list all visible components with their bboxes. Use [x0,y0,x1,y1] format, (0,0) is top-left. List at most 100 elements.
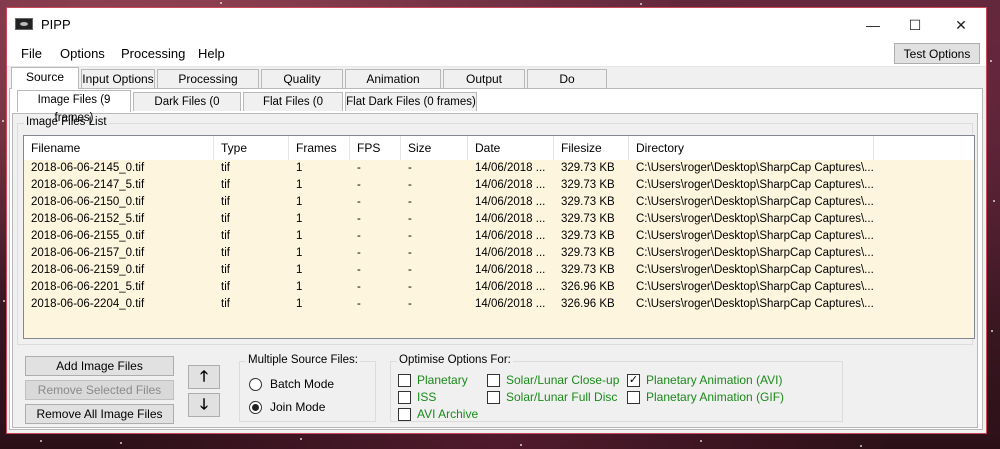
column-header[interactable]: Type [214,136,289,160]
planetary-checkbox[interactable] [398,374,411,387]
table-cell: 329.73 KB [561,213,615,225]
table-cell: 14/06/2018 ... [475,298,546,310]
tab-processing-options[interactable]: Processing Options [157,69,259,104]
image-files-listview[interactable]: Filename Type Frames FPS Size Date Filesize Dir… [23,135,975,339]
table-cell: C:\Users\roger\Desktop\SharpCap Captures… [636,179,874,191]
table-cell: - [408,162,412,174]
menu-bar: File Options Processing Help Test Option… [7,42,986,67]
star [700,440,702,442]
table-row[interactable]: 2018-06-06-2201_5.tif tif 1 - - 14/06/2018 ..… [24,279,974,296]
minimize-button[interactable]: — [850,8,896,42]
table-cell: 1 [296,298,303,310]
tab-output-options[interactable]: Output Options [443,69,525,104]
star [40,440,42,442]
column-header[interactable]: Size [401,136,468,160]
table-row[interactable]: 2018-06-06-2157_0.tif tif 1 - - 14/06/2018 ..… [24,245,974,262]
star [640,3,642,5]
move-up-button[interactable]: 🡑 [188,365,220,389]
planetary-animation-avi-checkbox[interactable]: ✓ [627,374,640,387]
solar-lunar-full-disc-checkbox[interactable] [487,391,500,404]
menu-help[interactable]: Help [198,46,225,61]
column-header[interactable]: FPS [350,136,401,160]
table-cell: C:\Users\roger\Desktop\SharpCap Captures… [636,247,874,259]
tab-source-files[interactable]: Source Files [11,67,79,102]
source-files-panel: Image Files (9 frames) Dark Files (0 fra… [9,88,983,430]
table-cell: 1 [296,213,303,225]
table-cell: 326.96 KB [561,298,615,310]
join-mode-radio[interactable] [249,401,262,414]
avi-archive-checkbox[interactable] [398,408,411,421]
column-header[interactable]: Directory [629,136,874,160]
iss-checkbox[interactable] [398,391,411,404]
table-cell: tif [221,162,230,174]
subtab-flat-dark-files[interactable]: Flat Dark Files (0 frames) [345,92,477,111]
table-row[interactable]: 2018-06-06-2147_5.tif tif 1 - - 14/06/2018 ..… [24,177,974,194]
subtab-dark-files[interactable]: Dark Files (0 frames) [133,92,241,126]
table-cell: 329.73 KB [561,264,615,276]
star [2,120,4,122]
menu-options[interactable]: Options [60,46,105,61]
table-cell: - [357,196,361,208]
remove-all-image-files-button[interactable]: Remove All Image Files [25,404,174,424]
multiple-source-files-group: Multiple Source Files: Batch Mode Join M… [239,354,376,422]
table-cell: tif [221,247,230,259]
star [993,200,995,202]
table-cell: 326.96 KB [561,281,615,293]
table-cell: - [357,213,361,225]
table-row[interactable]: 2018-06-06-2150_0.tif tif 1 - - 14/06/2018 ..… [24,194,974,211]
optimise-options-legend: Optimise Options For: [397,354,513,366]
star [3,300,5,302]
move-down-button[interactable]: 🡓 [188,393,220,417]
table-row[interactable]: 2018-06-06-2145_0.tif tif 1 - - 14/06/2018 ..… [24,160,974,177]
tab-quality-options[interactable]: Quality Options [261,69,343,104]
table-cell: tif [221,298,230,310]
solar-lunar-full-disc-label: Solar/Lunar Full Disc [506,390,618,404]
check-icon: ✓ [628,374,639,386]
column-header[interactable]: Filesize [554,136,629,160]
table-cell: 14/06/2018 ... [475,162,546,174]
table-cell: - [357,230,361,242]
table-row[interactable]: 2018-06-06-2152_5.tif tif 1 - - 14/06/2018 ..… [24,211,974,228]
table-cell: 2018-06-06-2150_0.tif [31,196,145,208]
table-cell: 329.73 KB [561,230,615,242]
column-header[interactable]: Filename [24,136,214,160]
maximize-button[interactable]: ☐ [892,8,938,42]
menu-processing[interactable]: Processing [121,46,185,61]
test-options-button[interactable]: Test Options [894,43,980,64]
table-cell: - [408,281,412,293]
planetary-animation-gif-label: Planetary Animation (GIF) [646,390,785,404]
table-cell: 2018-06-06-2145_0.tif [31,162,145,174]
tab-do-processing[interactable]: Do Processing [527,69,607,104]
close-button[interactable]: ✕ [938,8,984,42]
image-files-panel: Image Files List FilenameTypeFramesFPSSi… [12,113,978,428]
solar-lunar-closeup-checkbox[interactable] [487,374,500,387]
table-row[interactable]: 2018-06-06-2204_0.tif tif 1 - - 14/06/2018 ..… [24,296,974,313]
table-cell: 14/06/2018 ... [475,230,546,242]
table-cell: 2018-06-06-2147_5.tif [31,179,145,191]
subtab-image-files[interactable]: Image Files (9 frames) [17,90,131,124]
star [520,444,522,446]
table-row[interactable]: 2018-06-06-2159_0.tif tif 1 - - 14/06/2018 ..… [24,262,974,279]
remove-selected-files-button[interactable]: Remove Selected Files [25,380,174,400]
table-row[interactable]: 2018-06-06-2155_0.tif tif 1 - - 14/06/2018 ..… [24,228,974,245]
star [991,330,993,332]
table-cell: C:\Users\roger\Desktop\SharpCap Captures… [636,281,874,293]
menu-file[interactable]: File [21,46,42,61]
table-cell: 14/06/2018 ... [475,196,546,208]
window-title: PIPP [41,17,71,32]
tab-input-options[interactable]: Input Options [81,69,155,88]
table-cell: C:\Users\roger\Desktop\SharpCap Captures… [636,213,874,225]
table-cell: 2018-06-06-2157_0.tif [31,247,145,259]
table-cell: 1 [296,281,303,293]
column-header[interactable]: Frames [289,136,350,160]
table-cell: C:\Users\roger\Desktop\SharpCap Captures… [636,196,874,208]
subtab-flat-files[interactable]: Flat Files (0 frames) [243,92,343,126]
add-image-files-button[interactable]: Add Image Files [25,356,174,376]
batch-mode-radio[interactable] [249,378,262,391]
table-cell: C:\Users\roger\Desktop\SharpCap Captures… [636,162,874,174]
pipp-window: PIPP — ☐ ✕ File Options Processing Help … [6,7,987,434]
tab-animation-options[interactable]: Animation Options [345,69,441,104]
table-cell: - [408,213,412,225]
planetary-animation-gif-checkbox[interactable] [627,391,640,404]
column-header[interactable]: Date [468,136,554,160]
